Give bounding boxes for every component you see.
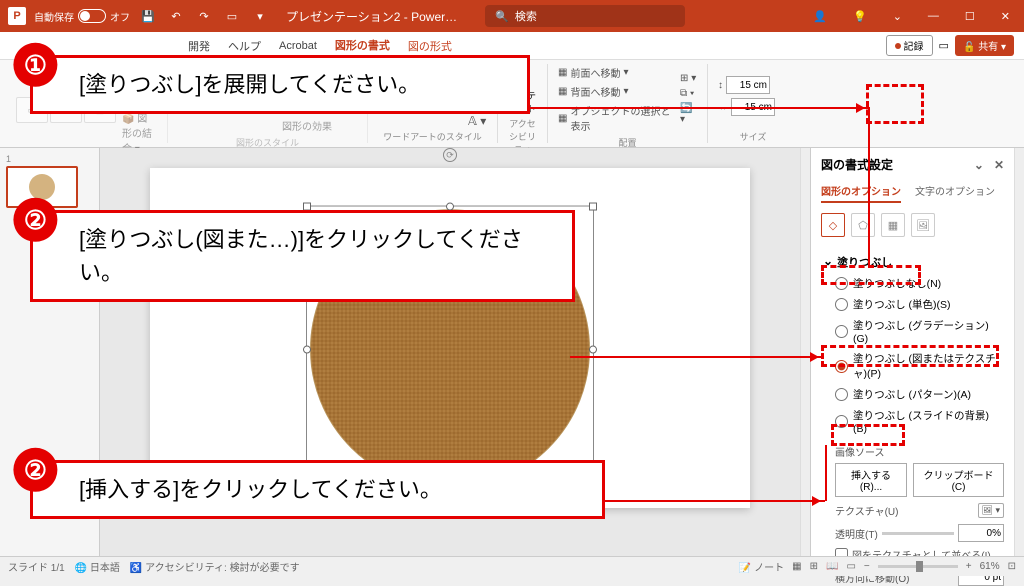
radio-pattern-fill[interactable]: 塗りつぶし (パターン)(A) bbox=[821, 384, 1004, 405]
tab-help[interactable]: ヘルプ bbox=[220, 34, 269, 58]
notes-button[interactable]: 📝 ノート bbox=[739, 559, 784, 574]
title-bar: P 自動保存 オフ 💾 ↶ ↷ ▭ ▾ プレゼンテーション2 - Power… … bbox=[0, 0, 1024, 32]
minimize-button[interactable]: — bbox=[922, 8, 945, 24]
format-pane: 図の書式設定 ⌄ ✕ 図形のオプション 文字のオプション ◇ ⬠ ▦ 🖼 塗りつぶ… bbox=[810, 148, 1014, 556]
clipboard-button[interactable]: クリップボード(C) bbox=[913, 463, 1004, 497]
view-sorter-icon[interactable]: ⊞ bbox=[810, 561, 818, 572]
zoom-out-icon[interactable]: − bbox=[864, 561, 870, 572]
resize-handle[interactable] bbox=[589, 346, 597, 354]
callout-3: ② [挿入する]をクリックしてください。 bbox=[30, 460, 605, 519]
close-button[interactable]: ✕ bbox=[995, 8, 1016, 25]
slideshow-icon[interactable]: ▭ bbox=[222, 6, 242, 26]
search-placeholder: 検索 bbox=[515, 8, 537, 24]
ribbon-options-icon[interactable]: ⌄ bbox=[887, 8, 908, 25]
arrow-3-v bbox=[825, 445, 827, 501]
format-pane-title: 図の書式設定 bbox=[821, 156, 893, 173]
view-normal-icon[interactable]: ▦ bbox=[792, 561, 801, 572]
radio-picture-texture-fill[interactable]: 塗りつぶし (図またはテクスチャ)(P) bbox=[821, 348, 1004, 384]
group-arrange: 配置 bbox=[556, 134, 699, 149]
account-icon[interactable]: 👤 bbox=[807, 8, 833, 25]
size-props-icon[interactable]: ▦ bbox=[881, 213, 905, 237]
lang-indicator[interactable]: 🌐 日本語 bbox=[75, 559, 120, 574]
callout-2: ② [塗りつぶし(図また…)]をクリックしてください。 bbox=[30, 210, 575, 302]
insert-button[interactable]: 挿入する(R)... bbox=[835, 463, 907, 497]
tab-shape-options[interactable]: 図形のオプション bbox=[821, 183, 901, 203]
group-size: サイズ bbox=[716, 128, 790, 143]
group-shape-styles: 図形のスタイル bbox=[176, 134, 359, 149]
maximize-button[interactable]: ☐ bbox=[959, 8, 981, 25]
texture-label: テクスチャ(U) bbox=[835, 503, 898, 518]
more-icon[interactable]: ▾ bbox=[250, 6, 270, 26]
arrow-2 bbox=[570, 356, 823, 358]
radio-slide-bg-fill[interactable]: 塗りつぶし (スライドの背景)(B) bbox=[821, 405, 1004, 438]
radio-solid-fill[interactable]: 塗りつぶし (単色)(S) bbox=[821, 294, 1004, 315]
zoom-in-icon[interactable]: + bbox=[966, 561, 972, 572]
texture-picker[interactable]: 🖼 ▾ bbox=[978, 503, 1004, 518]
status-bar: スライド 1/1 🌐 日本語 ♿ アクセシビリティ: 検討が必要です 📝 ノート… bbox=[0, 556, 1024, 576]
zoom-level[interactable]: 61% bbox=[980, 561, 1000, 572]
tab-picture-format[interactable]: 図の形式 bbox=[400, 34, 460, 58]
pane-options-icon[interactable]: ⌄ bbox=[974, 158, 984, 172]
undo-icon[interactable]: ↶ bbox=[166, 6, 186, 26]
share-button[interactable]: 🔓 共有 ▾ bbox=[955, 35, 1014, 56]
view-reading-icon[interactable]: 📖 bbox=[826, 561, 838, 572]
picture-icon[interactable]: 🖼 bbox=[911, 213, 935, 237]
tab-acrobat[interactable]: Acrobat bbox=[271, 36, 325, 56]
tab-developer[interactable]: 開発 bbox=[180, 34, 218, 58]
canvas-scrollbar[interactable] bbox=[800, 148, 810, 556]
search-box[interactable]: 🔍 検索 bbox=[485, 5, 685, 27]
transparency-label: 透明度(T) bbox=[835, 526, 878, 541]
redo-icon[interactable]: ↷ bbox=[194, 6, 214, 26]
resize-handle[interactable] bbox=[589, 203, 597, 211]
app-icon: P bbox=[8, 7, 26, 25]
effects-icon[interactable]: ⬠ bbox=[851, 213, 875, 237]
image-source-label: 画像ソース bbox=[835, 444, 1004, 459]
view-slideshow-icon[interactable]: ▭ bbox=[846, 561, 855, 572]
document-title: プレゼンテーション2 - Power… bbox=[286, 8, 457, 25]
radio-gradient-fill[interactable]: 塗りつぶし (グラデーション)(G) bbox=[821, 315, 1004, 348]
slide-counter: スライド 1/1 bbox=[8, 559, 65, 574]
group-wordart: ワードアートのスタイル bbox=[376, 128, 489, 143]
arrow-1-v bbox=[868, 107, 870, 267]
resize-handle[interactable] bbox=[303, 346, 311, 354]
save-icon[interactable]: 💾 bbox=[138, 6, 158, 26]
arrow-1 bbox=[525, 107, 869, 109]
rotate-handle[interactable]: ⟳ bbox=[443, 148, 457, 162]
fill-section-header[interactable]: 塗りつぶし bbox=[821, 251, 1004, 273]
fill-line-icon[interactable]: ◇ bbox=[821, 213, 845, 237]
autosave-toggle[interactable]: 自動保存 オフ bbox=[34, 9, 130, 24]
help-icon[interactable]: 💡 bbox=[847, 8, 873, 25]
transparency-input[interactable] bbox=[958, 524, 1004, 542]
height-input[interactable] bbox=[726, 76, 770, 94]
arrow-3a bbox=[600, 500, 825, 502]
callout-1: ① [塗りつぶし]を展開してください。 bbox=[30, 55, 530, 114]
search-icon: 🔍 bbox=[495, 10, 509, 23]
fit-icon[interactable]: ⊡ bbox=[1008, 561, 1016, 572]
tab-text-options[interactable]: 文字のオプション bbox=[915, 183, 995, 203]
zoom-slider[interactable] bbox=[878, 565, 958, 568]
accessibility-status[interactable]: ♿ アクセシビリティ: 検討が必要です bbox=[130, 559, 300, 574]
present-icon[interactable]: ▭ bbox=[939, 39, 949, 52]
pane-scrollbar[interactable] bbox=[1014, 148, 1024, 556]
pane-close-icon[interactable]: ✕ bbox=[994, 158, 1004, 172]
record-button[interactable]: 記録 bbox=[886, 35, 933, 56]
radio-no-fill[interactable]: 塗りつぶしなし(N) bbox=[821, 273, 1004, 294]
